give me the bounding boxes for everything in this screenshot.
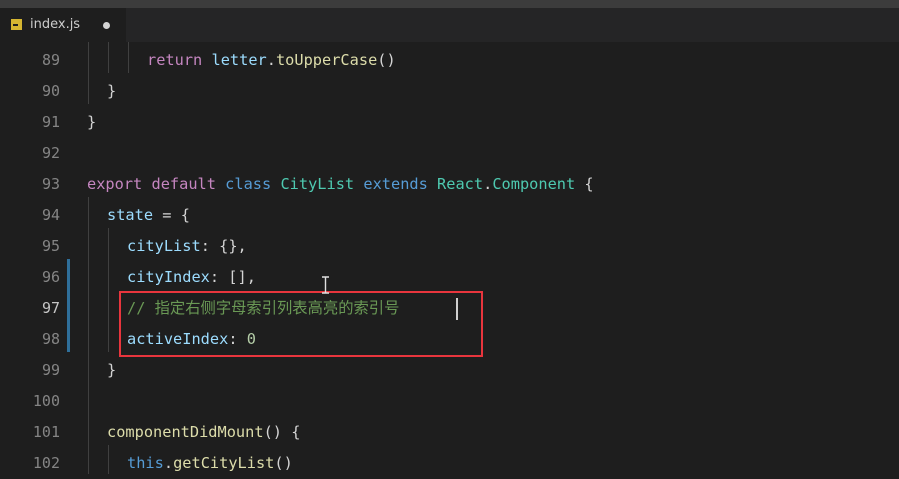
line-number: 97 [41, 299, 60, 317]
code-line: 100 [0, 386, 899, 417]
line-code: this.getCityList() [127, 454, 293, 472]
window-top-strip [0, 0, 899, 8]
tab-label: index.js [30, 17, 81, 32]
line-number: 99 [41, 361, 60, 379]
line-code: } [107, 82, 117, 100]
code-line: 90 } [0, 76, 899, 107]
line-code: state = { [107, 206, 190, 224]
line-number: 91 [41, 113, 60, 131]
code-editor[interactable]: 89 return letter.toUpperCase() 90 } 91 }… [0, 42, 899, 474]
line-code: componentDidMount() { [107, 423, 301, 441]
line-number: 102 [32, 454, 60, 472]
code-line: 94 state = { [0, 200, 899, 231]
line-number: 92 [41, 144, 60, 162]
code-line: 95 cityList: {}, [0, 231, 899, 262]
line-code: return letter.toUpperCase() [147, 51, 396, 69]
code-line: 89 return letter.toUpperCase() [0, 45, 899, 76]
code-line: 102 this.getCityList() [0, 448, 899, 479]
unsaved-dot-icon[interactable] [103, 22, 110, 29]
tab-bar: index.js [0, 8, 899, 42]
ibeam-cursor-icon [322, 276, 329, 294]
code-line: 99 } [0, 355, 899, 386]
code-line: 92 [0, 138, 899, 169]
line-code: export default class CityList extends Re… [87, 175, 594, 193]
line-number: 101 [32, 423, 60, 441]
line-number: 100 [32, 392, 60, 410]
js-file-icon [11, 19, 22, 30]
line-code: } [107, 361, 117, 379]
line-code: cityIndex: [], [127, 268, 256, 286]
line-number: 95 [41, 237, 60, 255]
code-line: 93 export default class CityList extends… [0, 169, 899, 200]
text-cursor [456, 298, 458, 320]
line-number: 90 [41, 82, 60, 100]
line-number: 93 [41, 175, 60, 193]
line-number: 96 [41, 268, 60, 286]
line-number: 89 [41, 51, 60, 69]
line-number: 98 [41, 330, 60, 348]
tab-index-js[interactable]: index.js [0, 8, 126, 42]
code-line: 101 componentDidMount() { [0, 417, 899, 448]
line-number: 94 [41, 206, 60, 224]
line-code: } [87, 113, 97, 131]
highlight-annotation-box [119, 291, 483, 357]
line-code: cityList: {}, [127, 237, 247, 255]
code-line: 91 } [0, 107, 899, 138]
code-line: 96 cityIndex: [], [0, 262, 899, 293]
